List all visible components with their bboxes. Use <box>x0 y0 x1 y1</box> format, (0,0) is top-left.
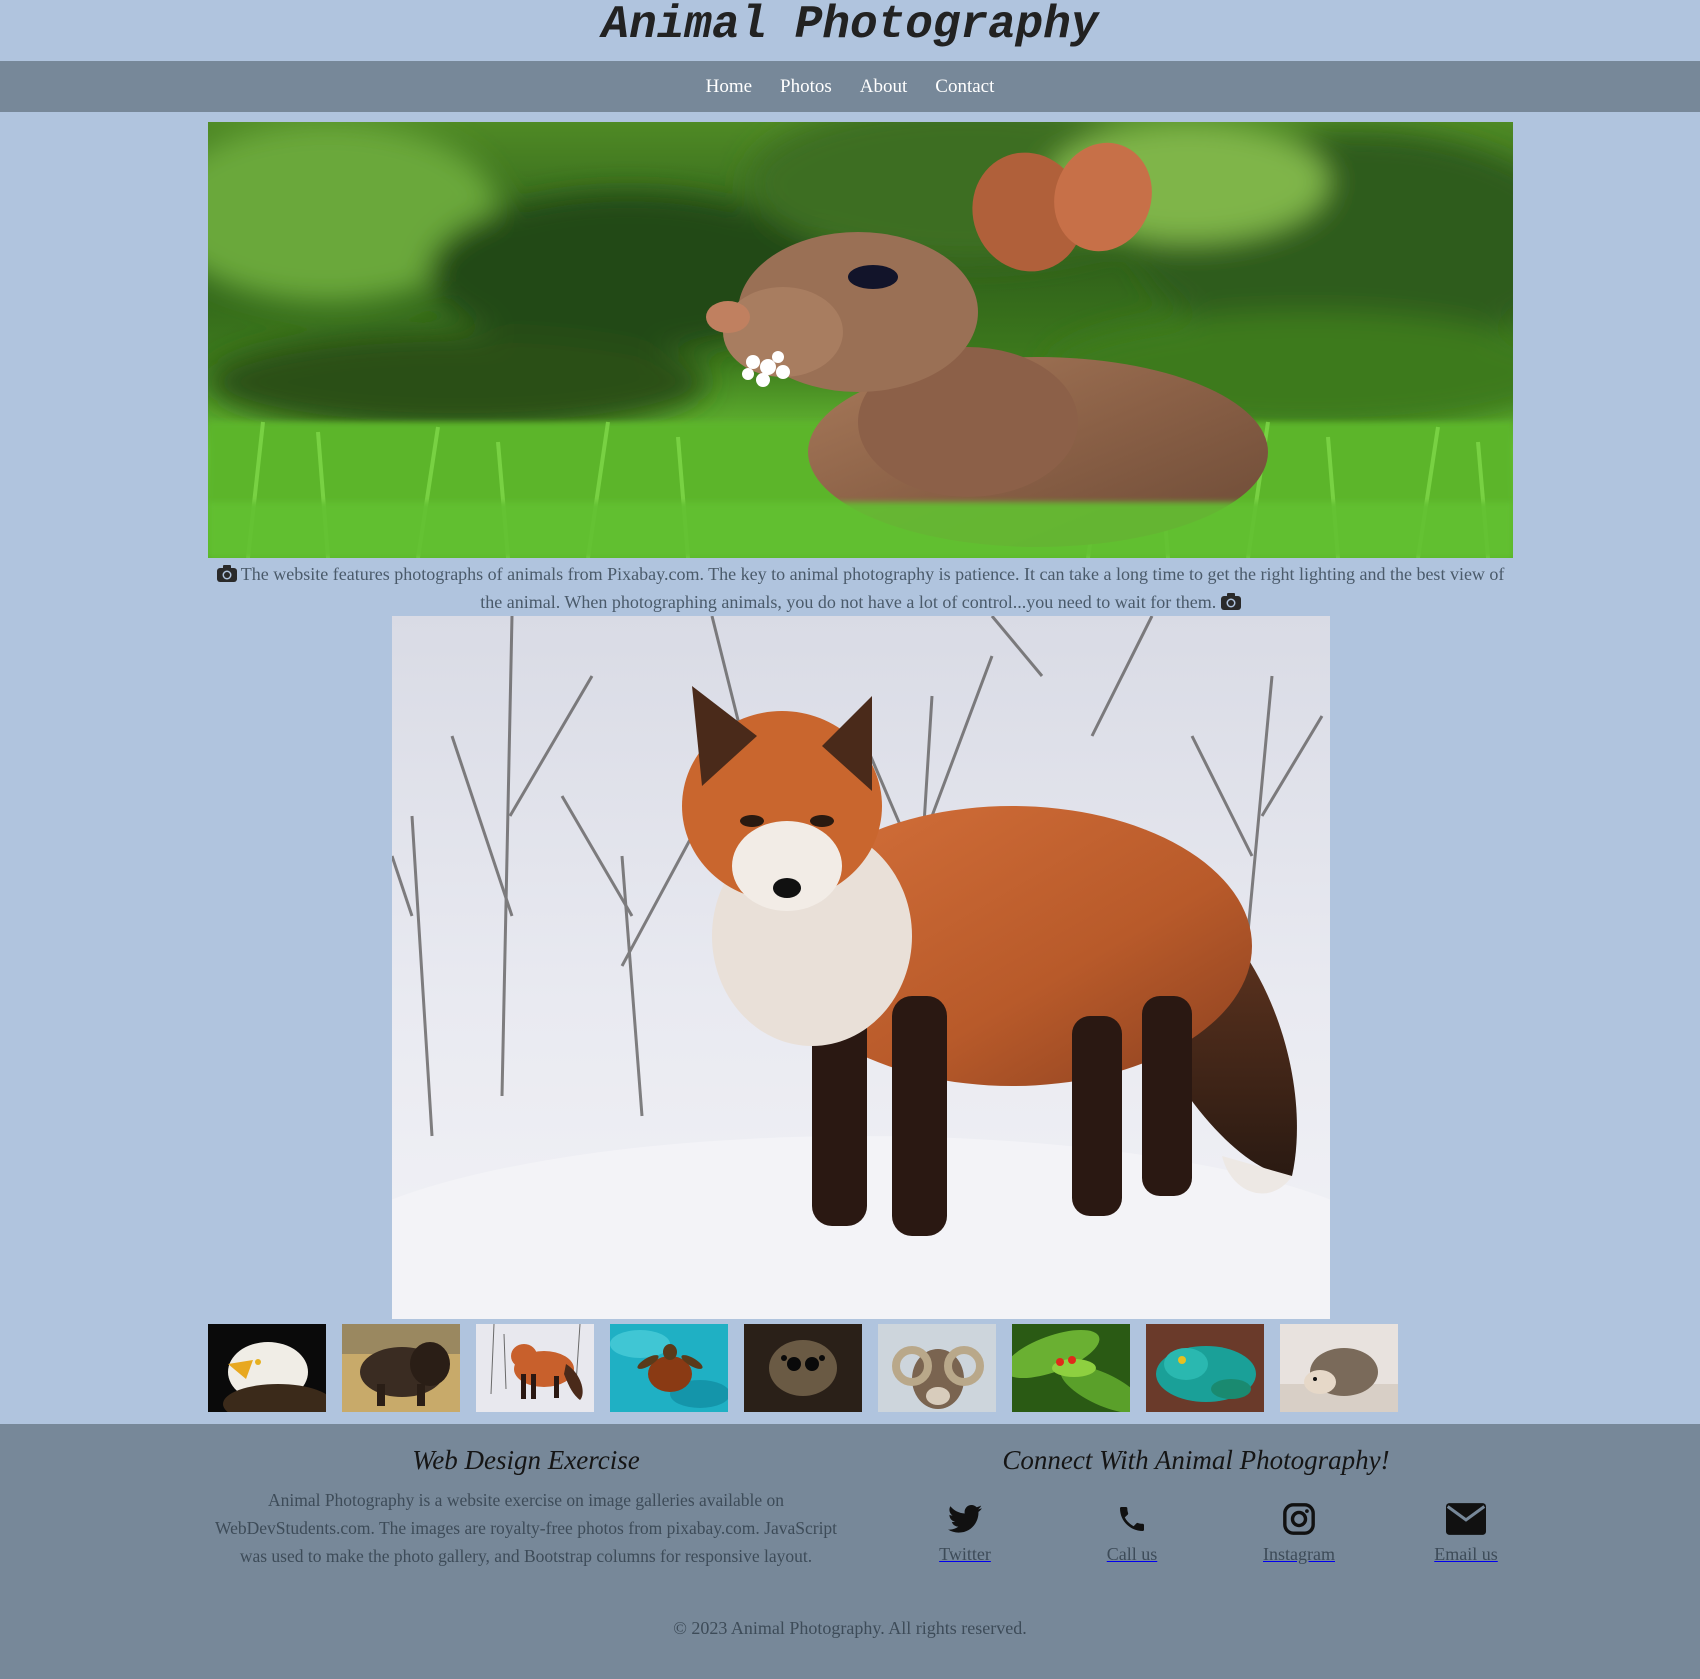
twitter-label: Twitter <box>939 1544 991 1564</box>
site-footer: Web Design Exercise Animal Photography i… <box>0 1424 1700 1679</box>
instagram-label: Instagram <box>1263 1544 1335 1564</box>
envelope-icon <box>1446 1503 1486 1535</box>
intro-caption: The website features photographs of anim… <box>208 560 1513 616</box>
site-header: Animal Photography <box>0 0 1700 61</box>
call-label: Call us <box>1106 1544 1158 1564</box>
twitter-icon <box>948 1504 982 1533</box>
nav-photos[interactable]: Photos <box>780 76 832 98</box>
thumbnail-tree-frog[interactable] <box>1012 1324 1130 1412</box>
social-links: Twitter Call us Instagram Email us <box>896 1500 1498 1590</box>
footer-connect-heading: Connect With Animal Photography! <box>1002 1445 1390 1475</box>
thumbnail-hedgehog[interactable] <box>1280 1324 1398 1412</box>
footer-connect: Connect With Animal Photography! Twitter… <box>896 1442 1498 1564</box>
camera-icon <box>216 565 237 582</box>
thumbnail-spider[interactable] <box>744 1324 862 1412</box>
hero-image-rabbit <box>208 122 1513 558</box>
instagram-icon <box>1283 1503 1315 1535</box>
thumbnail-fox[interactable] <box>476 1324 594 1412</box>
thumbnail-ram[interactable] <box>878 1324 996 1412</box>
nav-about[interactable]: About <box>860 76 908 98</box>
footer-about-heading: Web Design Exercise <box>412 1445 640 1475</box>
copyright: © 2023 Animal Photography. All rights re… <box>673 1618 1027 1638</box>
fox-photo <box>392 616 1330 1319</box>
main-nav: Home Photos About Contact <box>0 61 1700 112</box>
nav-contact[interactable]: Contact <box>935 76 994 98</box>
thumbnail-strip <box>208 1324 1398 1412</box>
thumbnail-eagle[interactable] <box>208 1324 326 1412</box>
thumbnail-bison[interactable] <box>342 1324 460 1412</box>
camera-icon <box>1220 593 1241 610</box>
email-label: Email us <box>1434 1544 1498 1564</box>
thumbnail-lizard[interactable] <box>1146 1324 1264 1412</box>
featured-image-fox <box>392 616 1330 1319</box>
footer-about-text: Animal Photography is a website exercise… <box>214 1490 838 1566</box>
call-link[interactable]: Call us <box>1072 1500 1192 1565</box>
footer-about: Web Design Exercise Animal Photography i… <box>208 1442 844 1570</box>
instagram-link[interactable]: Instagram <box>1239 1500 1359 1565</box>
site-title: Animal Photography <box>601 0 1099 51</box>
nav-home[interactable]: Home <box>706 76 752 98</box>
email-link[interactable]: Email us <box>1406 1500 1526 1565</box>
intro-text: The website features photographs of anim… <box>240 564 1505 612</box>
thumbnail-sea-turtle[interactable] <box>610 1324 728 1412</box>
twitter-link[interactable]: Twitter <box>905 1500 1025 1565</box>
rabbit-photo <box>208 122 1513 558</box>
phone-icon <box>1120 1507 1144 1531</box>
